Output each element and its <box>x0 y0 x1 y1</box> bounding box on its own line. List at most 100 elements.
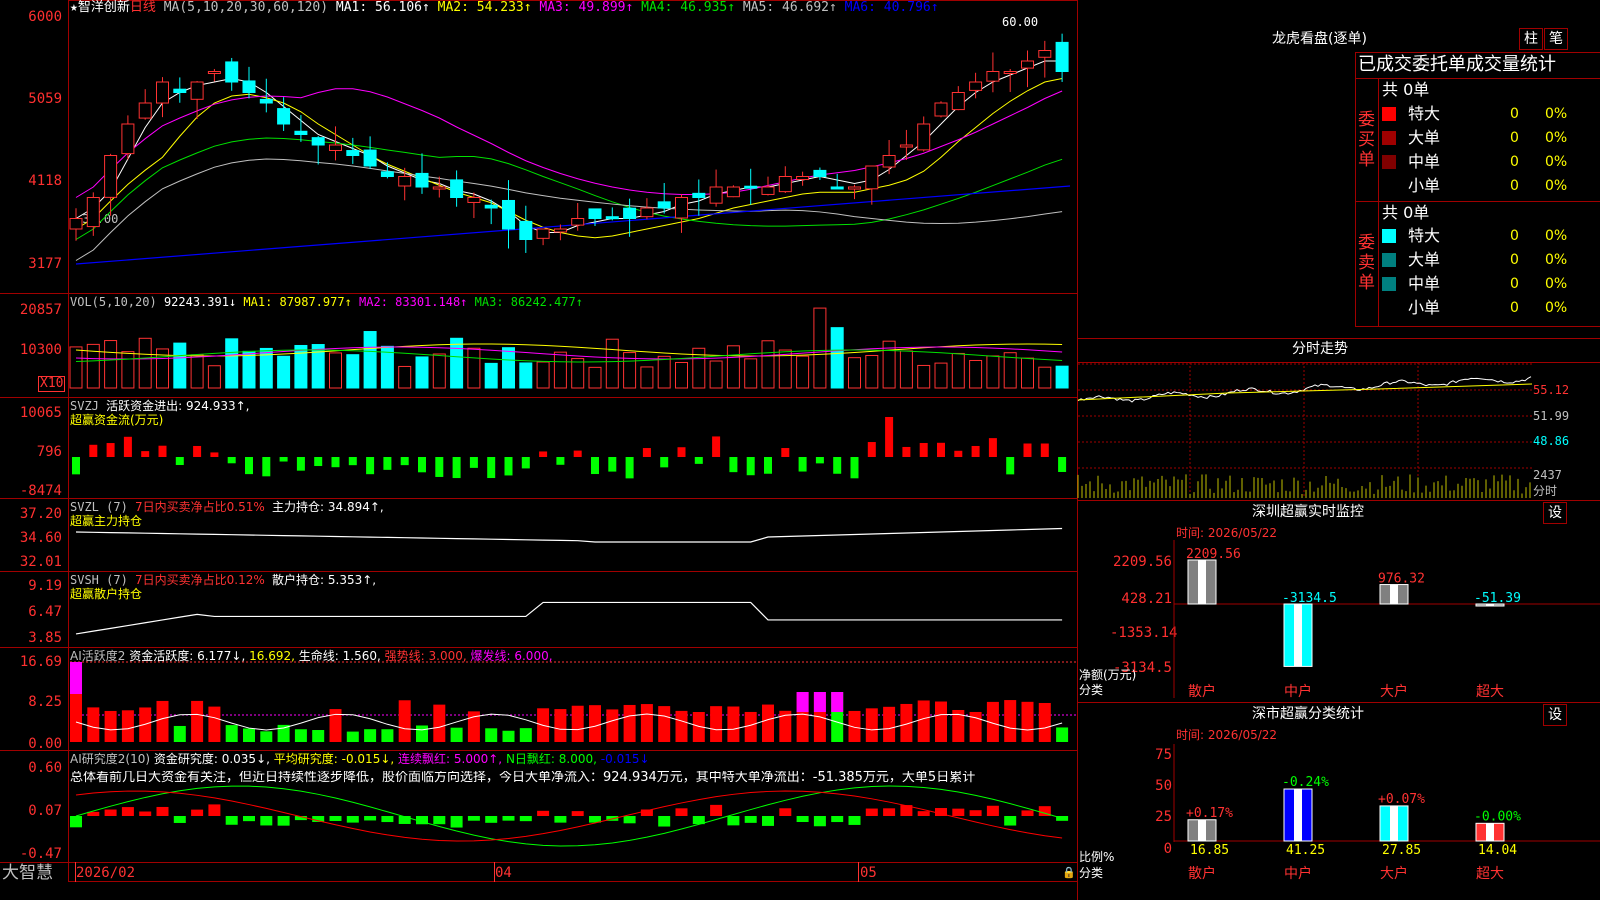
fund-flow-bar <box>850 457 859 479</box>
monitor-value: -3134.5 <box>1282 591 1337 606</box>
fund-flow-bar <box>141 451 150 457</box>
fund-flow-bar <box>694 457 703 464</box>
svsh-chart[interactable] <box>70 573 1076 646</box>
intraday-chart[interactable] <box>1077 362 1533 498</box>
volume-bar <box>415 356 429 389</box>
category-value: 0 <box>1510 300 1519 316</box>
fund-flow-bar <box>919 442 928 457</box>
research-bar <box>277 816 290 826</box>
fund-flow-bar <box>539 451 548 457</box>
stat-value: 41.25 <box>1286 843 1325 858</box>
ai-activity-chart[interactable] <box>70 661 1076 750</box>
ai2-y-mid: 0.07 <box>28 803 62 819</box>
fund-flow-bar <box>867 442 876 457</box>
fund-flow-bar <box>591 457 599 475</box>
activity-bar <box>623 704 636 742</box>
research-bar <box>710 804 723 816</box>
candle-body <box>225 61 239 83</box>
research-bar <box>121 807 134 816</box>
research-bar <box>813 816 826 827</box>
volume-bar <box>190 354 204 389</box>
activity-bar <box>243 728 255 742</box>
lock-icon[interactable]: 🔒 <box>1062 866 1076 880</box>
fund-flow-bar <box>348 457 357 466</box>
fund-flow-bar <box>937 442 945 457</box>
fund-flow-bar <box>314 457 323 467</box>
svzl-chart[interactable] <box>70 500 1076 570</box>
monitor-set-button[interactable]: 设 <box>1543 502 1567 524</box>
candle-body <box>796 176 810 181</box>
fund-flow-bar <box>677 447 686 457</box>
monitor-value: -51.39 <box>1474 591 1521 606</box>
fund-flow-bar <box>383 457 392 470</box>
research-line-b <box>75 790 1063 842</box>
activity-bar <box>364 729 377 742</box>
btn-bi[interactable]: 笔 <box>1544 28 1568 50</box>
category-label: 小单 <box>1408 176 1441 195</box>
fund-flow-bar <box>625 457 634 479</box>
category-ratio-chart[interactable]: +0.17% 16.85 散户 -0.24% 41.25 中户 +0.07% 27.85 大户 -… <box>1173 744 1600 900</box>
activity-bar <box>433 704 446 742</box>
activity-bar <box>294 729 307 742</box>
ma-line-1 <box>75 60 1063 233</box>
stat-value: 27.85 <box>1382 843 1421 858</box>
fenshi-title: 分时走势 <box>1292 341 1348 357</box>
svzj-chart[interactable] <box>70 400 1076 497</box>
category-label: 中单 <box>1408 274 1441 293</box>
volume-bar <box>294 344 308 389</box>
volume-bar <box>363 331 377 389</box>
candle-body <box>363 149 377 167</box>
candle-body <box>432 186 446 190</box>
fund-flow-bar <box>193 445 202 457</box>
svsh-y-top: 9.19 <box>28 578 62 594</box>
category-swatch <box>1382 107 1396 121</box>
ai2-y-bot: -0.47 <box>19 846 62 862</box>
category-label: 小单 <box>1408 298 1441 317</box>
volume-bar <box>675 361 688 389</box>
monitor-bar-chart[interactable]: 2209.56 -3134.5 976.32 -51.39 散户 中户 大户 超大 <box>1173 540 1600 700</box>
volume-bar <box>657 355 671 389</box>
volume-bar <box>969 359 983 389</box>
stat-set-button[interactable]: 设 <box>1543 704 1567 726</box>
candle-body <box>259 98 273 104</box>
x-label-feb: 2026/02 <box>76 865 136 881</box>
candle-body <box>450 179 464 198</box>
category-value: 0 <box>1510 228 1519 244</box>
stat-change: +0.07% <box>1378 792 1425 807</box>
candle-body <box>709 186 723 204</box>
candlestick-chart[interactable] <box>69 14 1076 292</box>
activity-bar <box>571 705 584 742</box>
period-label: 日线 <box>129 0 156 15</box>
main-y-3177: 3177 <box>28 256 62 272</box>
fund-flow-bar <box>556 457 565 465</box>
research-bar <box>519 816 532 822</box>
candle-body <box>380 171 394 177</box>
candle-body <box>1021 60 1034 69</box>
volume-bar <box>432 353 446 389</box>
volume-bar <box>553 351 567 389</box>
stat-value: 14.04 <box>1478 843 1517 858</box>
volume-bar <box>899 350 913 389</box>
fund-flow-bar <box>72 457 80 475</box>
btn-zhu[interactable]: 柱 <box>1519 28 1543 50</box>
fenshi-vol: 2437 <box>1533 468 1562 482</box>
activity-bar <box>208 706 221 742</box>
ai-research-chart[interactable] <box>70 760 1076 861</box>
fund-flow-bar <box>262 457 271 477</box>
candle-body <box>1055 41 1069 72</box>
research-bar <box>883 808 896 816</box>
candle-body <box>104 155 118 198</box>
monitor-title: 深圳超赢实时监控 <box>1252 504 1364 520</box>
monitor-time: 时间: 2026/05/22 <box>1176 526 1278 540</box>
volume-chart[interactable] <box>69 307 1076 396</box>
volume-bar <box>104 340 118 389</box>
candle-body <box>138 102 152 119</box>
fenshi-unit: 分时 <box>1533 484 1558 498</box>
main-holding-line <box>75 527 1063 543</box>
research-bar <box>952 808 965 816</box>
candle-body <box>1003 71 1017 74</box>
fund-flow-bar <box>296 457 305 471</box>
activity-bar <box>225 725 238 742</box>
monitor-y-2: -1353.14 <box>1110 625 1178 641</box>
volume-bar <box>1055 365 1069 389</box>
